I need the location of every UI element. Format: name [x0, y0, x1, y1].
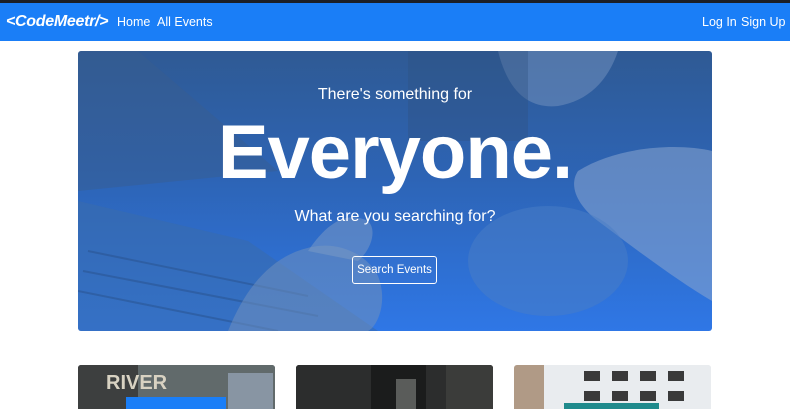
event-card-image — [514, 365, 711, 409]
hero-banner: There's something for Everyone. What are… — [78, 51, 712, 331]
event-card-1[interactable]: RIVER — [78, 365, 275, 409]
event-card-2[interactable] — [296, 365, 493, 409]
event-card-3[interactable] — [514, 365, 711, 409]
search-events-button[interactable]: Search Events — [352, 256, 437, 284]
hero-question: What are you searching for? — [294, 208, 496, 225]
hero-tagline: There's something for — [317, 86, 473, 103]
nav-home-link[interactable]: Home — [117, 15, 150, 29]
signup-link[interactable]: Sign Up — [741, 15, 785, 29]
event-card-image — [296, 365, 493, 409]
login-link[interactable]: Log In — [702, 15, 737, 29]
navbar: <CodeMeetr/> Home All Events Log In Sign… — [0, 3, 790, 41]
nav-all-events-link[interactable]: All Events — [157, 15, 213, 29]
hero-title: Everyone. — [217, 110, 573, 195]
card-sign-text: RIVER — [106, 372, 168, 394]
event-card-image: RIVER — [78, 365, 275, 409]
brand-logo[interactable]: <CodeMeetr/> — [6, 13, 109, 31]
